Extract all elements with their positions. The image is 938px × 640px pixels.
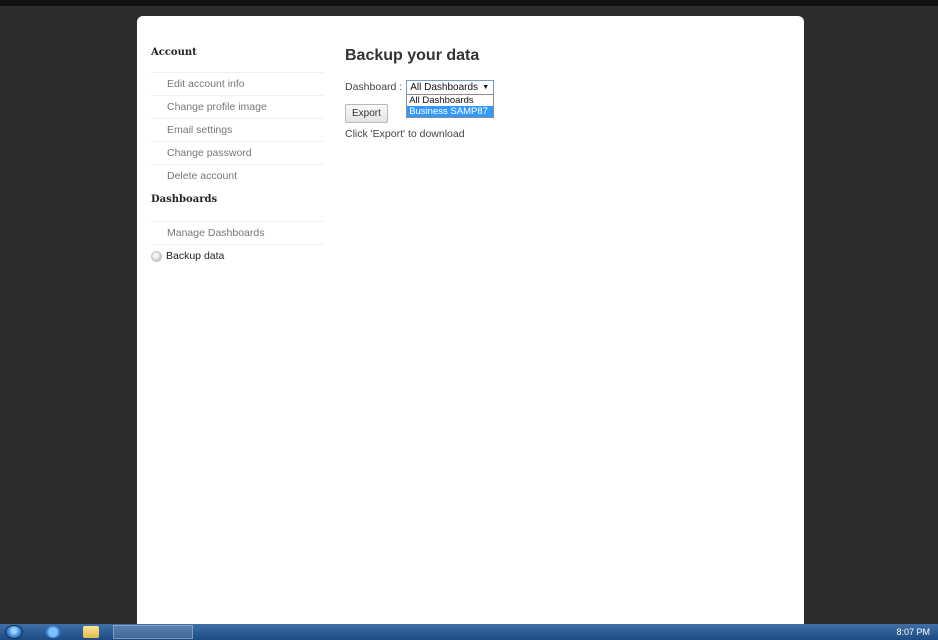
- account-section-title: Account: [151, 47, 197, 58]
- start-orb-icon[interactable]: [5, 625, 23, 639]
- sidebar-item-change-password[interactable]: Change password: [151, 141, 323, 164]
- dropdown-option-all-dashboards[interactable]: All Dashboards: [407, 95, 493, 106]
- dashboard-select-value: All Dashboards: [410, 81, 479, 93]
- sidebar-item-manage-dashboards[interactable]: Manage Dashboards: [151, 221, 323, 245]
- settings-panel: Account Edit account info Change profile…: [137, 16, 804, 626]
- sidebar: Account Edit account info Change profile…: [151, 46, 323, 267]
- dashboard-dropdown-list: All Dashboards Business SAMP87: [406, 93, 495, 118]
- taskbar: 8:07 PM: [0, 624, 938, 640]
- internet-explorer-icon[interactable]: [45, 626, 61, 638]
- dashboards-section-title: Dashboards: [151, 194, 218, 205]
- main-content: Backup your data Dashboard : All Dashboa…: [345, 44, 785, 140]
- dashboard-label: Dashboard :: [345, 81, 403, 93]
- export-hint: Click 'Export' to download: [345, 128, 465, 140]
- dashboard-select-wrapper: All Dashboards ▼ All Dashboards Business…: [406, 79, 495, 118]
- export-button[interactable]: Export: [345, 104, 388, 123]
- chevron-down-icon[interactable]: ▼: [482, 81, 489, 94]
- sidebar-item-backup-data[interactable]: Backup data: [151, 245, 323, 267]
- sidebar-item-delete-account[interactable]: Delete account: [151, 164, 323, 187]
- dashboard-row: Dashboard : All Dashboards ▼ All Dashboa…: [345, 78, 785, 118]
- taskbar-clock: 8:07 PM: [896, 627, 930, 637]
- dashboard-select[interactable]: All Dashboards ▼: [406, 79, 495, 95]
- folder-icon[interactable]: [83, 626, 99, 638]
- sidebar-item-email-settings[interactable]: Email settings: [151, 118, 323, 141]
- dropdown-option-business-samp87[interactable]: Business SAMP87: [407, 105, 494, 117]
- sidebar-item-change-profile-image[interactable]: Change profile image: [151, 95, 323, 118]
- page-title: Backup your data: [345, 47, 480, 64]
- top-strip: [0, 0, 938, 6]
- sidebar-item-label: Backup data: [166, 250, 225, 262]
- taskbar-window-button[interactable]: [113, 625, 193, 639]
- radio-bullet-icon: [151, 250, 162, 262]
- sidebar-item-edit-account-info[interactable]: Edit account info: [151, 72, 323, 95]
